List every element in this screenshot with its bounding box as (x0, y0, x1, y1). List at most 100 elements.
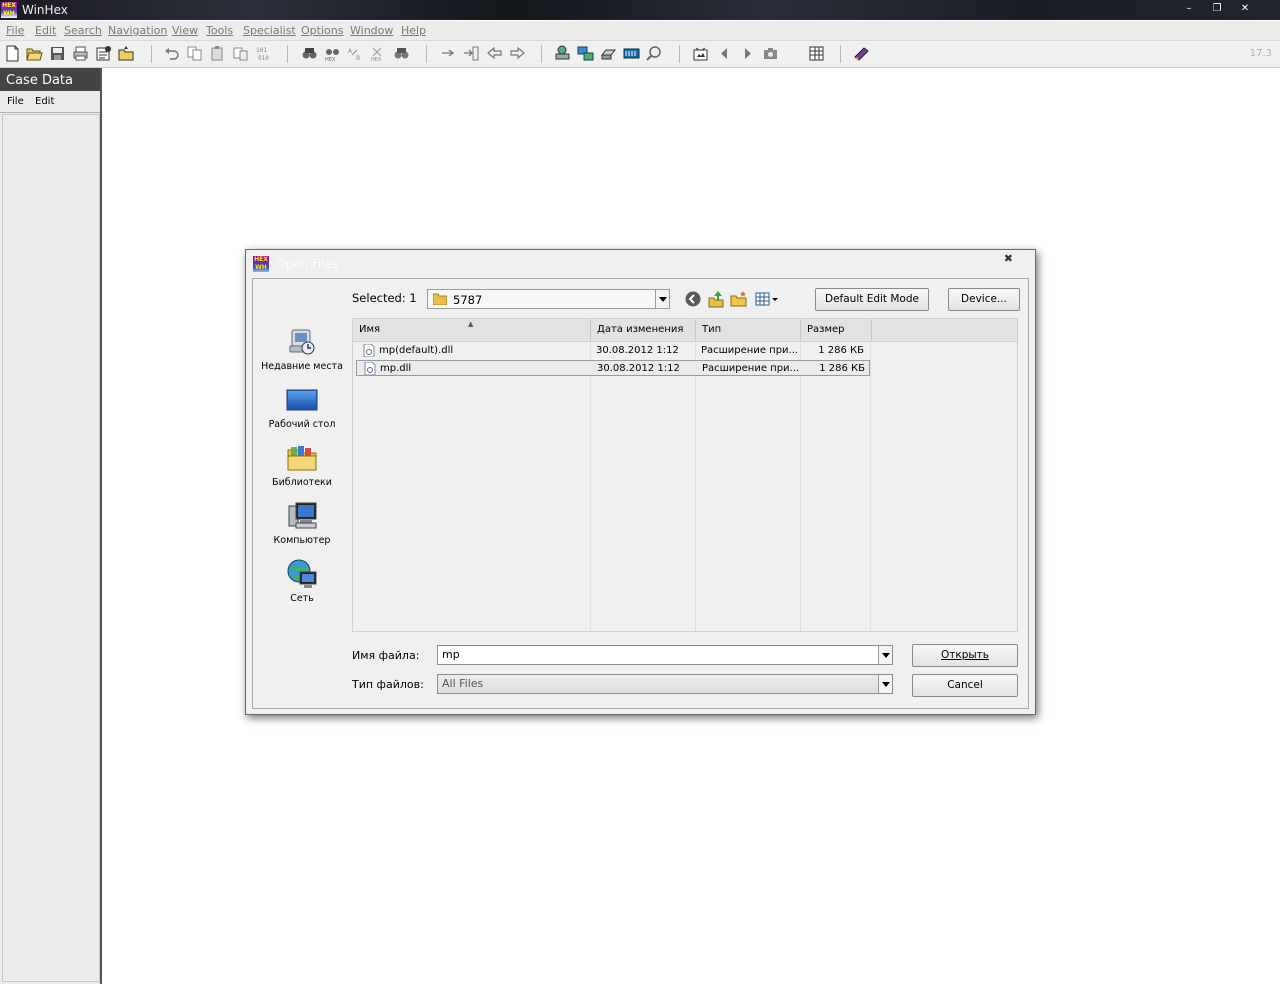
binary-icon[interactable]: 101 010 (255, 45, 272, 62)
media-icon[interactable] (692, 45, 709, 62)
menu-edit[interactable]: Edit (35, 24, 56, 37)
new-folder-icon[interactable] (730, 290, 748, 308)
title-bar: HEX WH WinHex – ❐ ✕ (0, 0, 1280, 20)
find-again-icon[interactable] (393, 45, 410, 62)
menu-file[interactable]: File (6, 24, 24, 37)
place-computer[interactable]: Компьютер (259, 500, 345, 546)
column-divider (590, 341, 591, 631)
copy-icon[interactable] (186, 45, 203, 62)
go-to-offset-icon[interactable] (440, 45, 457, 62)
forward-arrow-icon[interactable] (509, 45, 526, 62)
column-divider (695, 341, 696, 631)
undo-icon[interactable] (163, 45, 180, 62)
menu-search[interactable]: Search (64, 24, 102, 37)
properties-icon[interactable] (95, 45, 112, 62)
help-book-icon[interactable] (853, 45, 870, 62)
calculator-icon[interactable] (623, 45, 640, 62)
go-to-sector-icon[interactable] (463, 45, 480, 62)
open-files-dialog: HEX WH Open Files ✖ Недавние места Рабочи… (245, 249, 1036, 715)
drive-icon[interactable] (600, 45, 617, 62)
file-modified: 30.08.2012 1:12 (596, 345, 679, 356)
chevron-down-icon[interactable] (655, 290, 669, 308)
up-folder-icon[interactable] (707, 290, 725, 308)
toolbar-separator (541, 45, 542, 63)
device-button[interactable]: Device... (948, 288, 1020, 311)
open-file-icon[interactable] (26, 45, 43, 62)
close-icon[interactable]: ✕ (1238, 2, 1252, 16)
table-row[interactable]: mp.dll 30.08.2012 1:12 Расширение при...… (356, 360, 870, 376)
menu-tools[interactable]: Tools (206, 24, 233, 37)
menu-options[interactable]: Options (301, 24, 343, 37)
back-icon[interactable] (684, 290, 702, 308)
previous-icon[interactable] (716, 45, 733, 62)
place-label: Рабочий стол (268, 419, 336, 430)
case-menu-edit[interactable]: Edit (35, 96, 54, 107)
write-block-icon[interactable] (232, 45, 249, 62)
restore-icon[interactable]: ❐ (1210, 2, 1224, 16)
magnifier-icon[interactable] (646, 45, 663, 62)
chevron-down-icon[interactable] (878, 646, 892, 664)
menu-specialist[interactable]: Specialist (243, 24, 296, 37)
place-label: Библиотеки (272, 477, 332, 488)
filename-label: Имя файла: (352, 649, 420, 662)
print-icon[interactable] (72, 45, 89, 62)
paste-icon[interactable] (209, 45, 226, 62)
case-data-panel: Case Data File Edit (0, 68, 102, 984)
open-button[interactable]: Открыть (912, 644, 1018, 667)
replace-hex-icon[interactable]: HEX (370, 45, 387, 63)
back-arrow-icon[interactable] (486, 45, 503, 62)
chevron-down-icon[interactable] (878, 675, 892, 693)
next-icon[interactable] (739, 45, 756, 62)
column-type[interactable]: Тип (696, 319, 801, 341)
cancel-button[interactable]: Cancel (912, 674, 1018, 697)
default-edit-mode-button[interactable]: Default Edit Mode (815, 288, 929, 311)
place-network[interactable]: Сеть (259, 558, 345, 604)
menu-help[interactable]: Help (401, 24, 426, 37)
dialog-title: Open Files (276, 257, 339, 271)
camera-icon[interactable] (762, 45, 779, 62)
save-icon[interactable] (49, 45, 66, 62)
case-menu-file[interactable]: File (7, 96, 24, 107)
column-size[interactable]: Размер (801, 319, 872, 341)
find-hex-icon[interactable]: HEX (324, 45, 341, 63)
find-text-icon[interactable] (301, 45, 318, 62)
main-toolbar: 101 010 HEX AB HEX 17.3 (0, 41, 1280, 68)
file-size: 1 286 КБ (818, 345, 864, 356)
svg-text:A: A (348, 48, 353, 55)
place-recent[interactable]: Недавние места (259, 326, 345, 372)
filename-input[interactable]: mp (437, 645, 893, 665)
new-file-icon[interactable] (4, 45, 21, 62)
file-list[interactable]: Имя ▲ Дата изменения Тип Размер mp(defau… (352, 318, 1018, 632)
column-name[interactable]: Имя ▲ (353, 319, 591, 341)
menu-navigation[interactable]: Navigation (108, 24, 167, 37)
filetype-select[interactable]: All Files (437, 674, 893, 694)
menu-view[interactable]: View (172, 24, 198, 37)
dialog-close-icon[interactable]: ✖ (1004, 252, 1013, 265)
place-libraries[interactable]: Библиотеки (259, 442, 345, 488)
libraries-icon (287, 446, 317, 471)
place-desktop[interactable]: Рабочий стол (259, 384, 345, 430)
dll-file-icon (364, 362, 376, 375)
table-row[interactable]: mp(default).dll 30.08.2012 1:12 Расширен… (356, 343, 870, 359)
column-date-modified[interactable]: Дата изменения (591, 319, 696, 341)
recent-places-icon (289, 329, 315, 355)
case-tree[interactable] (2, 114, 100, 982)
table-icon[interactable] (808, 45, 825, 62)
replace-text-icon[interactable]: AB (347, 45, 364, 62)
ram-editor-icon[interactable] (577, 45, 594, 62)
open-disk-icon[interactable] (554, 45, 571, 62)
dialog-title-bar[interactable]: HEX WH Open Files ✖ (246, 250, 1035, 276)
menu-window[interactable]: Window (350, 24, 393, 37)
toolbar-separator (840, 45, 841, 63)
file-name: mp(default).dll (379, 345, 454, 356)
svg-text:010: 010 (258, 55, 269, 62)
sort-ascending-icon: ▲ (468, 320, 474, 328)
look-in-dropdown[interactable]: 5787 (427, 289, 670, 309)
open-folder-icon[interactable] (118, 45, 135, 62)
file-type: Расширение при... (702, 363, 800, 374)
view-menu-icon[interactable] (755, 290, 779, 308)
filename-value: mp (442, 648, 460, 661)
svg-text:HEX: HEX (325, 57, 336, 62)
minimize-icon[interactable]: – (1182, 2, 1196, 16)
file-type: Расширение при... (701, 345, 799, 356)
